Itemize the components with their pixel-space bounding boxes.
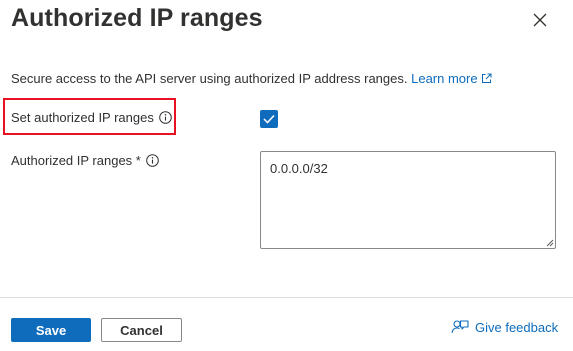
feedback-icon [451, 320, 469, 334]
authorized-ranges-label: Authorized IP ranges * [11, 153, 141, 168]
learn-more-link[interactable]: Learn more [411, 71, 492, 86]
set-authorized-label: Set authorized IP ranges [11, 110, 154, 125]
checkmark-icon [263, 114, 275, 124]
info-icon[interactable] [159, 111, 172, 124]
footer-divider [0, 297, 573, 298]
description-text: Secure access to the API server using au… [11, 71, 408, 86]
close-button[interactable] [528, 8, 552, 32]
resize-grip-icon[interactable] [545, 238, 554, 247]
set-authorized-checkbox[interactable] [260, 110, 278, 128]
give-feedback-label: Give feedback [475, 320, 559, 335]
external-link-icon [481, 73, 492, 83]
description: Secure access to the API server using au… [11, 71, 492, 86]
cancel-button[interactable]: Cancel [101, 318, 182, 342]
give-feedback-link[interactable]: Give feedback [451, 319, 558, 336]
save-button[interactable]: Save [11, 318, 91, 342]
authorized-ranges-textarea[interactable] [260, 151, 556, 249]
authorized-ranges-label-row: Authorized IP ranges * [11, 153, 159, 168]
set-authorized-label-row: Set authorized IP ranges [11, 110, 172, 125]
panel-title: Authorized IP ranges [11, 4, 263, 32]
close-icon [533, 13, 547, 27]
info-icon[interactable] [146, 154, 159, 167]
learn-more-label: Learn more [411, 71, 478, 86]
